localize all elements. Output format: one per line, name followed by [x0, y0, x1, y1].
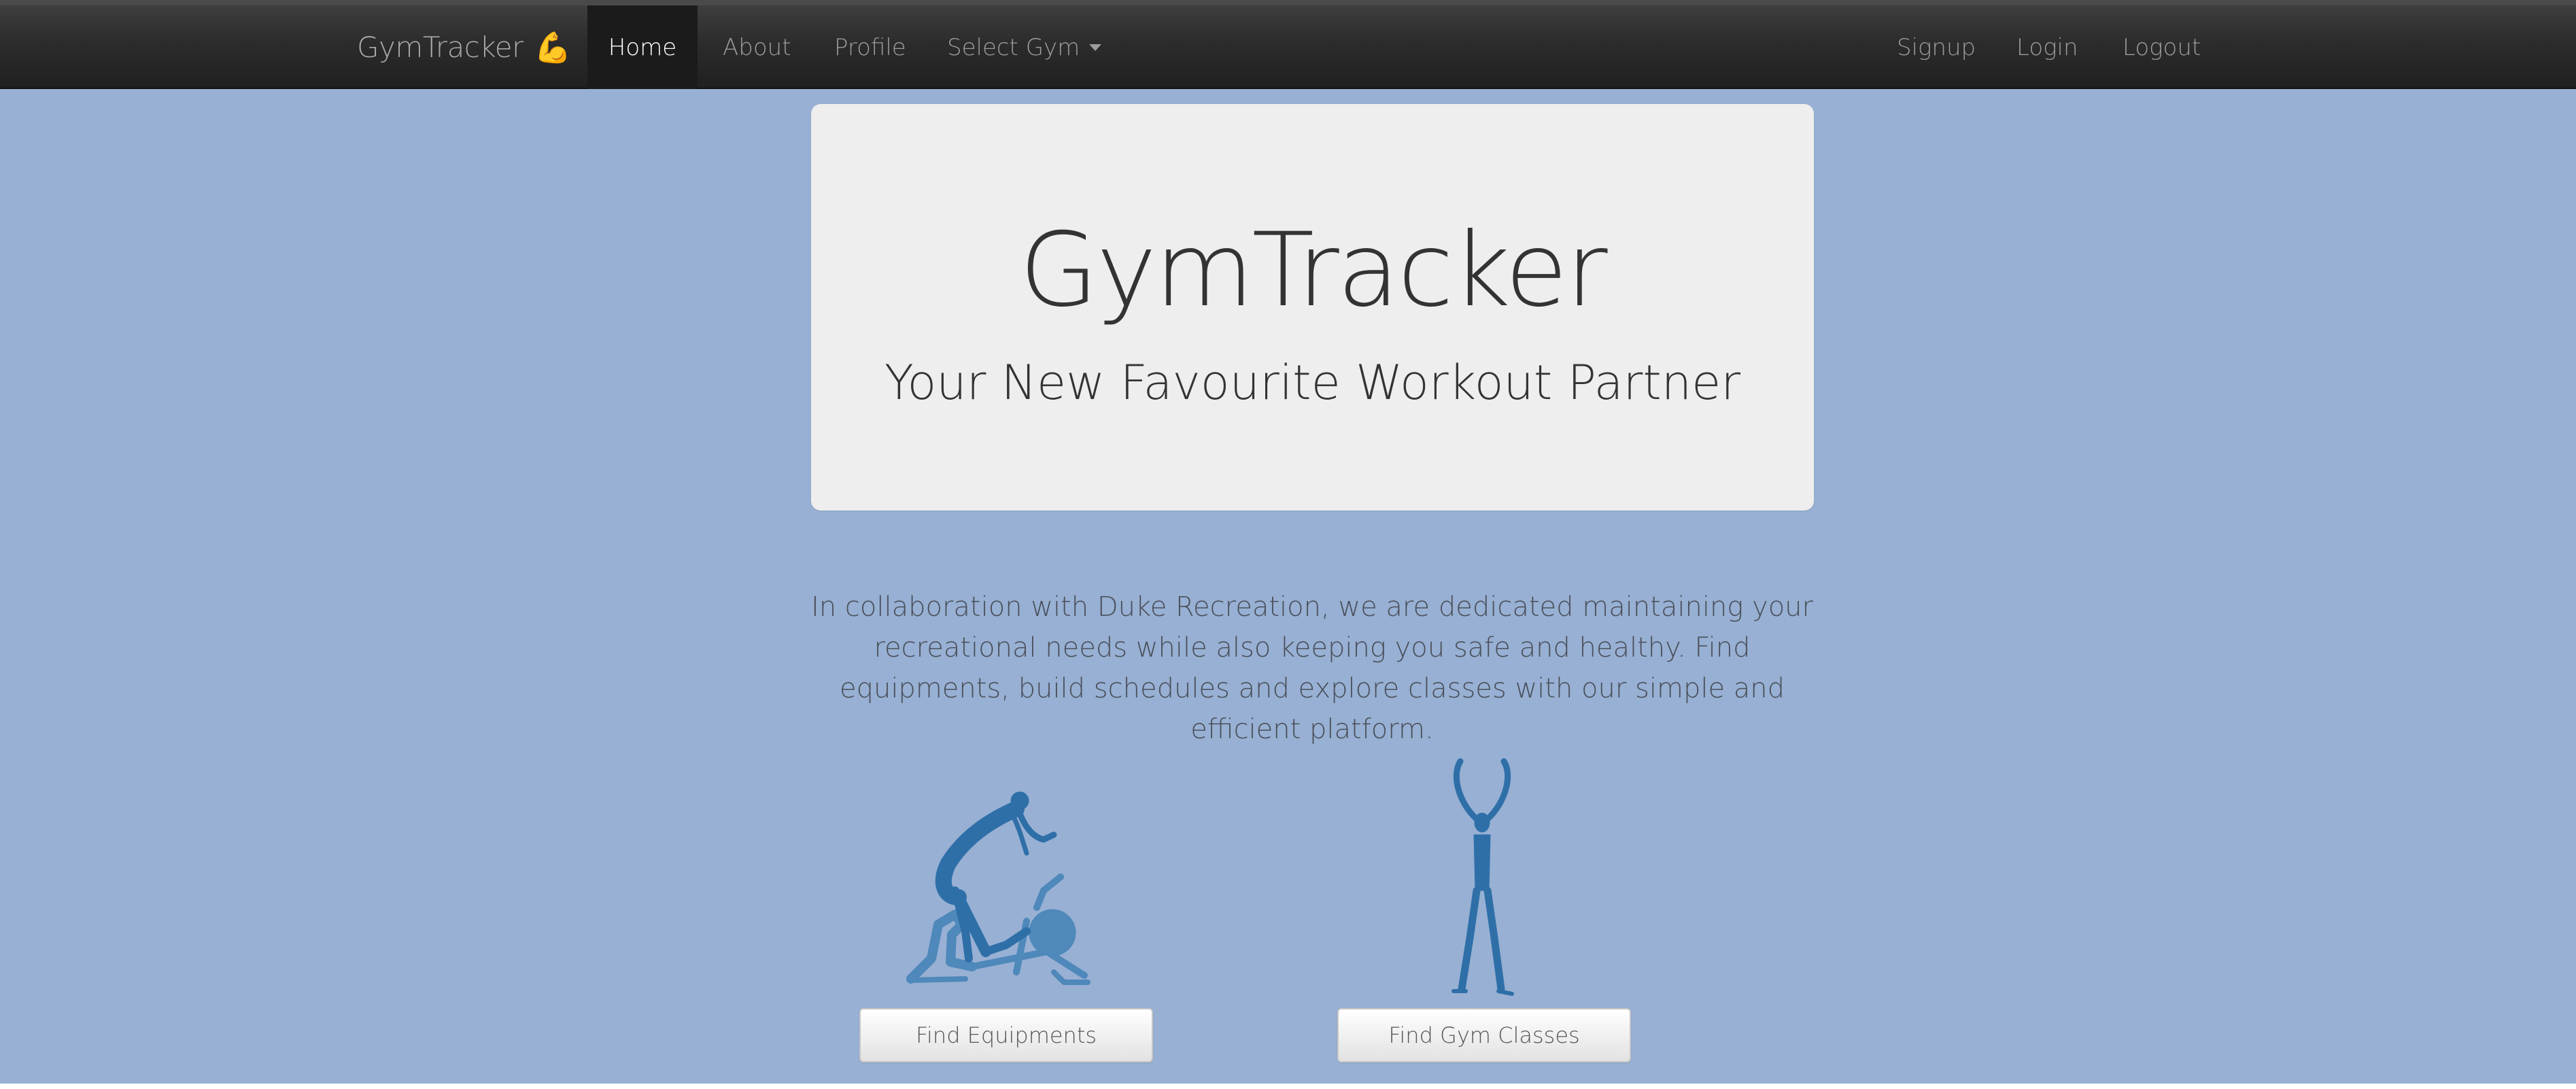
- hero-subtitle: Your New Favourite Workout Partner: [884, 355, 1740, 411]
- stretching-figure-icon: [1452, 758, 1514, 996]
- nav-profile[interactable]: Profile: [834, 5, 906, 89]
- brand-name: GymTracker: [357, 31, 523, 64]
- find-gym-classes-label: Find Gym Classes: [1388, 1022, 1580, 1048]
- find-gym-classes-button[interactable]: Find Gym Classes: [1337, 1008, 1631, 1062]
- top-navbar: GymTracker 💪 Home About Profile Select G…: [0, 0, 2576, 89]
- nav-profile-label: Profile: [834, 33, 906, 61]
- nav-signup-label: Signup: [1897, 33, 1976, 61]
- page-bottom-edge: [0, 1084, 2576, 1089]
- nav-signup[interactable]: Signup: [1897, 5, 1976, 89]
- find-equipments-button[interactable]: Find Equipments: [859, 1008, 1153, 1062]
- exercise-bike-figure-icon: [906, 791, 1090, 985]
- nav-logout[interactable]: Logout: [2123, 5, 2201, 89]
- nav-logout-label: Logout: [2123, 33, 2201, 61]
- flexed-biceps-icon: 💪: [534, 30, 572, 65]
- nav-select-gym-dropdown[interactable]: Select Gym: [947, 5, 1102, 89]
- nav-home[interactable]: Home: [587, 5, 698, 89]
- intro-description: In collaboration with Duke Recreation, w…: [811, 591, 1813, 745]
- brand-link[interactable]: GymTracker 💪: [357, 5, 572, 89]
- nav-home-label: Home: [608, 33, 677, 61]
- hero-jumbotron: GymTracker Your New Favourite Workout Pa…: [811, 104, 1814, 511]
- hero-title: GymTracker: [1019, 211, 1607, 330]
- nav-about-label: About: [723, 33, 791, 61]
- nav-login-label: Login: [2016, 33, 2078, 61]
- nav-login[interactable]: Login: [2016, 5, 2078, 89]
- find-equipments-label: Find Equipments: [915, 1022, 1097, 1048]
- caret-down-icon: [1089, 44, 1102, 51]
- nav-about[interactable]: About: [723, 5, 791, 89]
- nav-select-gym-label: Select Gym: [947, 33, 1080, 61]
